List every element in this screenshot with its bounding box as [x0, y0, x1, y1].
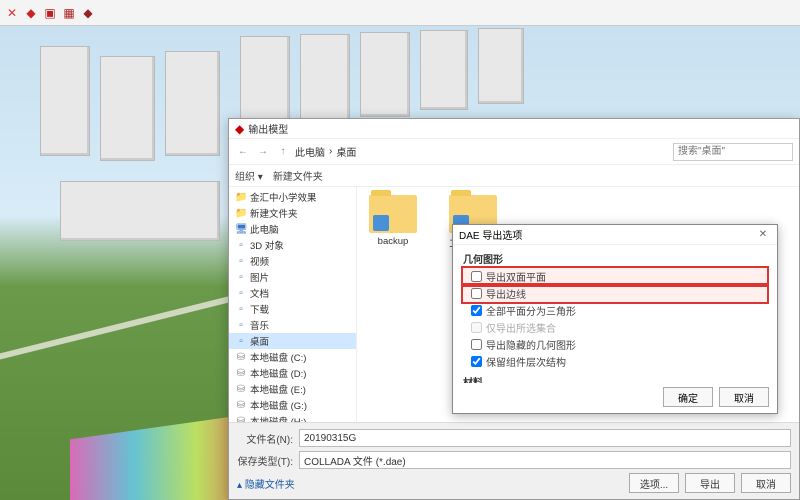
- tool-icon-2[interactable]: ◆: [23, 5, 39, 21]
- export-option-checkbox[interactable]: [471, 271, 482, 282]
- tree-node[interactable]: ▫3D 对象: [229, 237, 356, 253]
- export-option: 仅导出所选集合: [463, 319, 767, 336]
- chevron-right-icon: ›: [329, 146, 332, 157]
- tool-icon-3[interactable]: ▣: [42, 5, 58, 21]
- options-titlebar[interactable]: DAE 导出选项 ✕: [453, 225, 777, 245]
- tree-node-label: 下载: [250, 302, 269, 316]
- cancel-button[interactable]: 取消: [741, 473, 791, 493]
- tree-node-label: 本地磁盘 (C:): [250, 350, 306, 364]
- option-group-title: 材料: [463, 374, 767, 383]
- tree-node-label: 本地磁盘 (D:): [250, 366, 306, 380]
- export-option-label: 仅导出所选集合: [486, 320, 556, 335]
- app-ruby-icon: ◆: [235, 122, 244, 136]
- save-dialog-titlebar[interactable]: ◆ 输出模型: [229, 119, 799, 139]
- search-input[interactable]: [673, 143, 793, 161]
- save-dialog-footer: 文件名(N): 20190315G 保存类型(T): COLLADA 文件 (*…: [229, 422, 799, 499]
- tree-node-label: 图片: [250, 270, 269, 284]
- dae-options-dialog: DAE 导出选项 ✕ 几何图形导出双面平面导出边线全部平面分为三角形仅导出所选集…: [452, 224, 778, 414]
- tree-node[interactable]: ⛁本地磁盘 (C:): [229, 349, 356, 365]
- save-dialog-title: 输出模型: [248, 121, 288, 136]
- tree-node[interactable]: ▫图片: [229, 269, 356, 285]
- export-option-checkbox[interactable]: [471, 288, 482, 299]
- folder-tree[interactable]: 📁金汇中小学效果📁新建文件夹🖥此电脑▫3D 对象▫视频▫图片▫文档▫下载▫音乐▫…: [229, 187, 357, 422]
- filename-label: 文件名(N):: [237, 431, 293, 446]
- export-option-label: 全部平面分为三角形: [486, 303, 576, 318]
- export-option-checkbox[interactable]: [471, 339, 482, 350]
- options-title: DAE 导出选项: [459, 227, 522, 242]
- hide-folders-link[interactable]: ▴ 隐藏文件夹: [237, 476, 623, 491]
- breadcrumb[interactable]: 此电脑 › 桌面: [295, 144, 669, 159]
- folder-label: backup: [365, 236, 421, 247]
- save-dialog-navrow: ← → ↑ 此电脑 › 桌面: [229, 139, 799, 165]
- app-toolbar: ✕ ◆ ▣ ▦ ◆: [0, 0, 800, 26]
- tree-node[interactable]: ⛁本地磁盘 (E:): [229, 381, 356, 397]
- tree-node[interactable]: ⛁本地磁盘 (G:): [229, 397, 356, 413]
- filetype-field[interactable]: COLLADA 文件 (*.dae): [299, 451, 791, 469]
- options-button[interactable]: 选项...: [629, 473, 679, 493]
- tree-node[interactable]: ▫下载: [229, 301, 356, 317]
- newfolder-button[interactable]: 新建文件夹: [273, 168, 323, 183]
- close-icon[interactable]: ✕: [755, 229, 771, 240]
- tree-node-label: 新建文件夹: [250, 206, 298, 220]
- tree-node-label: 本地磁盘 (G:): [250, 398, 307, 412]
- tree-node[interactable]: ▫桌面: [229, 333, 356, 349]
- export-option-checkbox[interactable]: [471, 305, 482, 316]
- export-option-checkbox[interactable]: [471, 356, 482, 367]
- tree-node[interactable]: 📁金汇中小学效果: [229, 189, 356, 205]
- export-option-label: 导出边线: [486, 286, 526, 301]
- tree-node[interactable]: ⛁本地磁盘 (H:): [229, 413, 356, 422]
- tree-node[interactable]: ▫视频: [229, 253, 356, 269]
- tree-node-label: 本地磁盘 (E:): [250, 382, 306, 396]
- tool-icon-4[interactable]: ▦: [61, 5, 77, 21]
- tree-node-label: 3D 对象: [250, 238, 284, 252]
- export-option-checkbox: [471, 322, 482, 333]
- export-option[interactable]: 导出隐藏的几何图形: [463, 336, 767, 353]
- breadcrumb-seg-0[interactable]: 此电脑: [295, 144, 325, 159]
- export-button[interactable]: 导出: [685, 473, 735, 493]
- breadcrumb-seg-1[interactable]: 桌面: [336, 144, 356, 159]
- nav-back-icon[interactable]: ←: [235, 146, 251, 157]
- export-option-label: 导出双面平面: [486, 269, 546, 284]
- tree-node[interactable]: ▫文档: [229, 285, 356, 301]
- export-option[interactable]: 导出边线: [463, 285, 767, 302]
- options-cancel-button[interactable]: 取消: [719, 387, 769, 407]
- export-option-label: 导出隐藏的几何图形: [486, 337, 576, 352]
- nav-fwd-icon[interactable]: →: [255, 146, 271, 157]
- tree-node-label: 此电脑: [250, 222, 279, 236]
- option-group-title: 几何图形: [463, 251, 767, 266]
- tree-node[interactable]: ⛁本地磁盘 (D:): [229, 365, 356, 381]
- tree-node-label: 本地磁盘 (H:): [250, 414, 306, 422]
- tool-icon-1[interactable]: ✕: [4, 5, 20, 21]
- tree-node[interactable]: 📁新建文件夹: [229, 205, 356, 221]
- tree-node-label: 金汇中小学效果: [250, 190, 317, 204]
- folder-item[interactable]: backup: [365, 195, 421, 247]
- nav-up-icon[interactable]: ↑: [275, 146, 291, 157]
- save-dialog-toolrow: 组织 ▾ 新建文件夹: [229, 165, 799, 187]
- export-option-label: 保留组件层次结构: [486, 354, 566, 369]
- tree-node[interactable]: 🖥此电脑: [229, 221, 356, 237]
- folder-icon: [369, 195, 417, 233]
- export-option[interactable]: 保留组件层次结构: [463, 353, 767, 370]
- organize-menu[interactable]: 组织 ▾: [235, 168, 263, 183]
- options-ok-button[interactable]: 确定: [663, 387, 713, 407]
- filetype-label: 保存类型(T):: [237, 453, 293, 468]
- export-option[interactable]: 全部平面分为三角形: [463, 302, 767, 319]
- tree-node-label: 视频: [250, 254, 269, 268]
- tool-icon-5[interactable]: ◆: [80, 5, 96, 21]
- tree-node-label: 音乐: [250, 318, 269, 332]
- export-option[interactable]: 导出双面平面: [463, 268, 767, 285]
- tree-node-label: 桌面: [250, 334, 269, 348]
- filename-field[interactable]: 20190315G: [299, 429, 791, 447]
- tree-node-label: 文档: [250, 286, 269, 300]
- tree-node[interactable]: ▫音乐: [229, 317, 356, 333]
